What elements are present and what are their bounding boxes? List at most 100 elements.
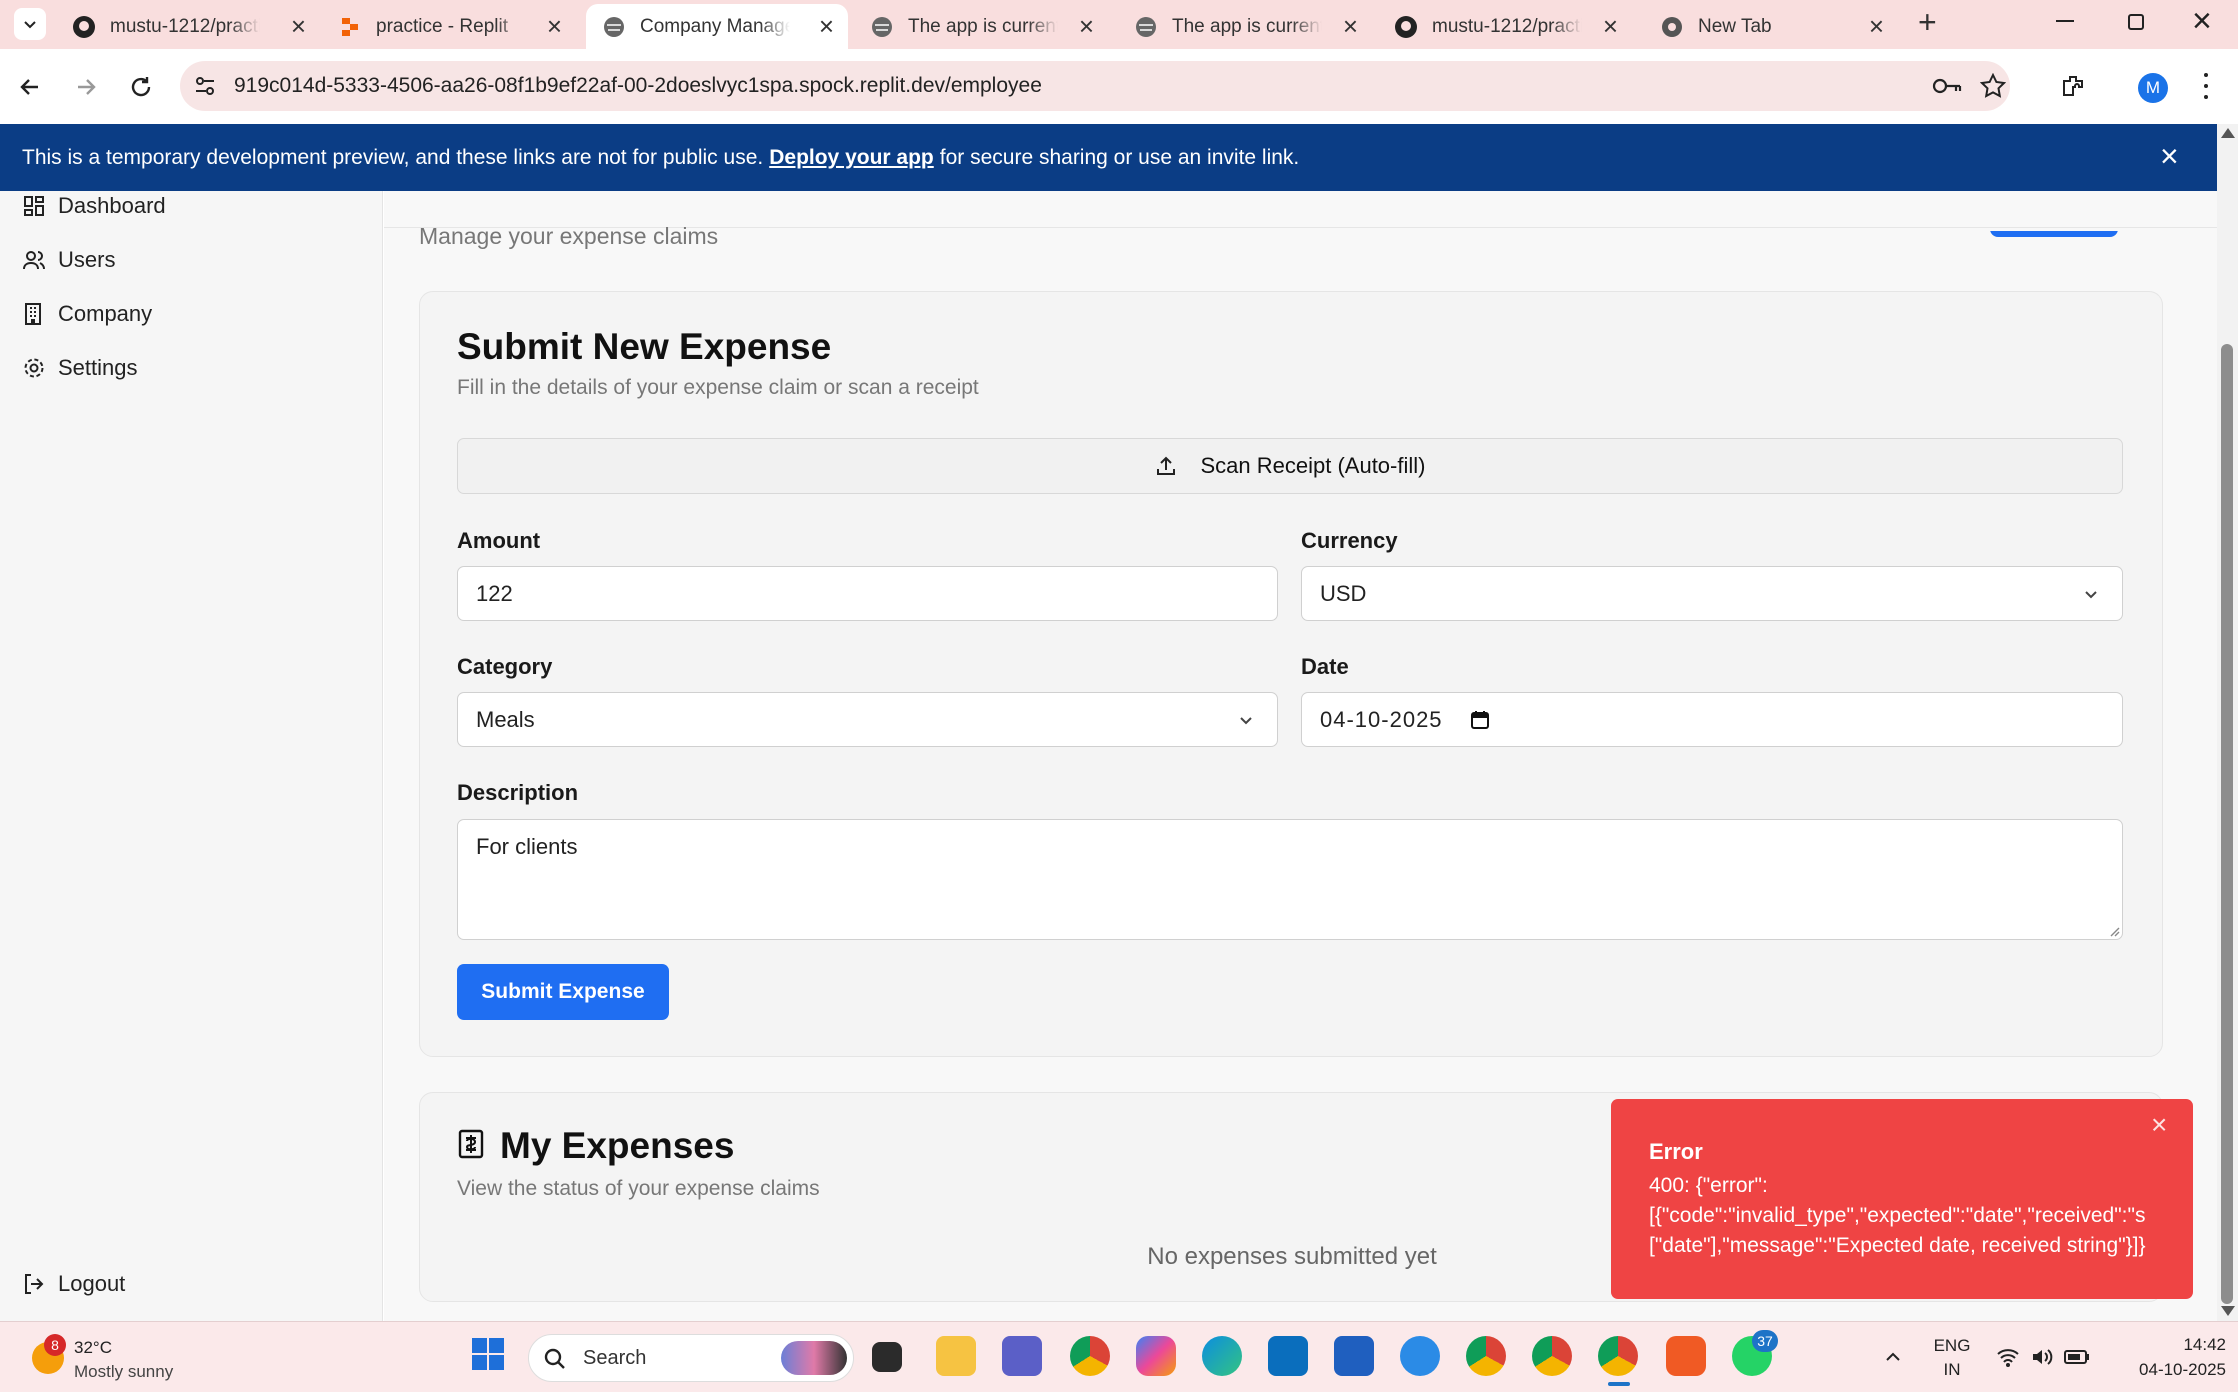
users-icon	[23, 251, 45, 270]
company-icon	[25, 303, 41, 325]
task-view-icon[interactable]	[872, 1342, 902, 1372]
chrome-profile-icon[interactable]	[1532, 1336, 1572, 1376]
copilot-icon[interactable]	[1136, 1336, 1176, 1376]
language-bottom: IN	[1943, 1360, 1961, 1379]
forward-icon[interactable]	[74, 75, 98, 99]
scroll-thumb[interactable]	[2221, 344, 2233, 1304]
sidebar-item-users[interactable]: Users	[22, 247, 115, 273]
chrome-profile-icon[interactable]	[1598, 1336, 1638, 1376]
bookmark-star-icon[interactable]	[1980, 73, 2006, 99]
chevron-down-icon	[1240, 716, 1252, 724]
currency-select[interactable]: USD	[1301, 566, 2123, 621]
tab-title: mustu-1212/practic	[110, 15, 260, 37]
close-icon[interactable]: ×	[1343, 11, 1358, 42]
browser-tab-active[interactable]: Company Managem ×	[586, 4, 848, 49]
help-icon[interactable]	[1400, 1336, 1440, 1376]
expenses-title: My Expenses	[500, 1125, 735, 1166]
date-input[interactable]: 04-10-2025	[1301, 692, 2123, 747]
windows-taskbar: 8 32°C Mostly sunny Search 37 ENG IN 14:…	[0, 1321, 2238, 1392]
chrome-profile-icon[interactable]	[1466, 1336, 1506, 1376]
toast-close-icon[interactable]: ×	[2151, 1109, 2167, 1141]
start-icon[interactable]	[470, 1336, 510, 1376]
browser-menu-icon[interactable]	[2204, 73, 2208, 99]
deploy-link[interactable]: Deploy your app	[769, 146, 934, 170]
category-label: Category	[457, 654, 553, 679]
url-text: 919c014d-5333-4506-aa26-08f1b9ef22af-00-…	[234, 74, 1042, 97]
browser-tab[interactable]: The app is currently ×	[842, 4, 1108, 49]
extensions-icon[interactable]	[2060, 73, 2086, 99]
category-select[interactable]: Meals	[457, 692, 1278, 747]
description-textarea[interactable]: For clients	[457, 819, 2123, 940]
edge-icon[interactable]	[1202, 1336, 1242, 1376]
sidebar-item-company[interactable]: Company	[22, 301, 152, 327]
globe-icon	[602, 15, 626, 39]
clock-date: 04-10-2025	[2139, 1360, 2226, 1379]
tab-title: New Tab	[1698, 15, 1772, 37]
submit-expense-button[interactable]: Submit Expense	[457, 964, 669, 1020]
wifi-icon[interactable]	[1996, 1346, 2020, 1368]
close-icon[interactable]: ×	[1869, 11, 1884, 42]
tab-search-button[interactable]	[14, 8, 46, 40]
battery-icon[interactable]	[2064, 1348, 2090, 1366]
browser-tab[interactable]: practice - Replit ×	[310, 4, 576, 49]
reload-icon[interactable]	[128, 74, 154, 100]
form-subtitle: Fill in the details of your expense clai…	[457, 376, 979, 399]
close-icon[interactable]: ×	[1079, 11, 1094, 42]
sidebar-item-settings[interactable]: Settings	[22, 355, 138, 381]
close-icon[interactable]: ×	[291, 11, 306, 42]
teams-icon[interactable]	[1002, 1336, 1042, 1376]
browser-tab[interactable]: mustu-1212/practic ×	[1366, 4, 1632, 49]
close-icon[interactable]: ×	[547, 11, 562, 42]
brave-icon[interactable]	[1666, 1336, 1706, 1376]
new-tab-button[interactable]: +	[1918, 4, 1937, 41]
close-icon[interactable]: ×	[819, 11, 834, 42]
language-top: ENG	[1933, 1336, 1971, 1355]
resize-handle-icon[interactable]	[2108, 925, 2120, 937]
amount-input[interactable]: 122	[457, 566, 1278, 621]
close-window-button[interactable]: ×	[2192, 2, 2212, 41]
sidebar-item-dashboard[interactable]: Dashboard	[22, 193, 166, 219]
chevron-down-icon	[24, 21, 36, 29]
language-indicator[interactable]: ENG IN	[1930, 1334, 1974, 1382]
browser-tab[interactable]: New Tab ×	[1632, 4, 1898, 49]
store-icon[interactable]	[1334, 1336, 1374, 1376]
toast-title: Error	[1649, 1139, 1703, 1164]
scan-receipt-label: Scan Receipt (Auto-fill)	[1200, 453, 1426, 478]
scroll-down-arrow[interactable]	[2221, 1306, 2235, 1316]
chevron-up-icon[interactable]	[1884, 1348, 1902, 1366]
minimize-button[interactable]	[2056, 20, 2074, 22]
chrome-icon[interactable]	[1070, 1336, 1110, 1376]
browser-tab[interactable]: mustu-1212/practic ×	[44, 4, 320, 49]
file-explorer-icon[interactable]	[936, 1336, 976, 1376]
active-app-indicator	[1608, 1382, 1630, 1386]
address-bar[interactable]: 919c014d-5333-4506-aa26-08f1b9ef22af-00-…	[180, 61, 2010, 111]
header-action-button[interactable]	[1990, 231, 2118, 237]
banner-text-after: for secure sharing or use an invite link…	[939, 145, 1300, 169]
taskbar-search[interactable]: Search	[528, 1334, 854, 1382]
browser-tab[interactable]: The app is currently ×	[1106, 4, 1372, 49]
calendar-icon[interactable]	[1469, 709, 1491, 731]
clock[interactable]: 14:42 04-10-2025	[2110, 1332, 2226, 1382]
maximize-button[interactable]	[2128, 14, 2144, 30]
banner-close-icon[interactable]: ×	[2160, 138, 2179, 175]
scroll-up-arrow[interactable]	[2221, 128, 2235, 138]
logout-button[interactable]: Logout	[22, 1271, 125, 1297]
myhp-icon[interactable]	[1268, 1336, 1308, 1376]
password-key-icon[interactable]	[1932, 75, 1962, 97]
scan-receipt-button[interactable]: Scan Receipt (Auto-fill)	[457, 438, 2123, 494]
page-scrollbar[interactable]	[2217, 124, 2238, 1321]
sidebar-item-label: Settings	[58, 355, 138, 380]
site-settings-icon[interactable]	[194, 75, 216, 97]
globe-icon	[1134, 15, 1158, 39]
weather-widget[interactable]: 8 32°C Mostly sunny	[28, 1334, 208, 1384]
description-label: Description	[457, 780, 579, 805]
upload-icon	[1156, 456, 1175, 475]
close-icon[interactable]: ×	[1603, 11, 1618, 42]
profile-avatar[interactable]: M	[2138, 73, 2168, 103]
back-icon[interactable]	[18, 75, 42, 99]
logout-label: Logout	[58, 1271, 126, 1296]
expenses-subtitle: View the status of your expense claims	[457, 1177, 820, 1200]
sidebar-item-label: Dashboard	[58, 193, 166, 218]
volume-icon[interactable]	[2030, 1346, 2054, 1368]
search-highlight-image	[781, 1341, 847, 1375]
